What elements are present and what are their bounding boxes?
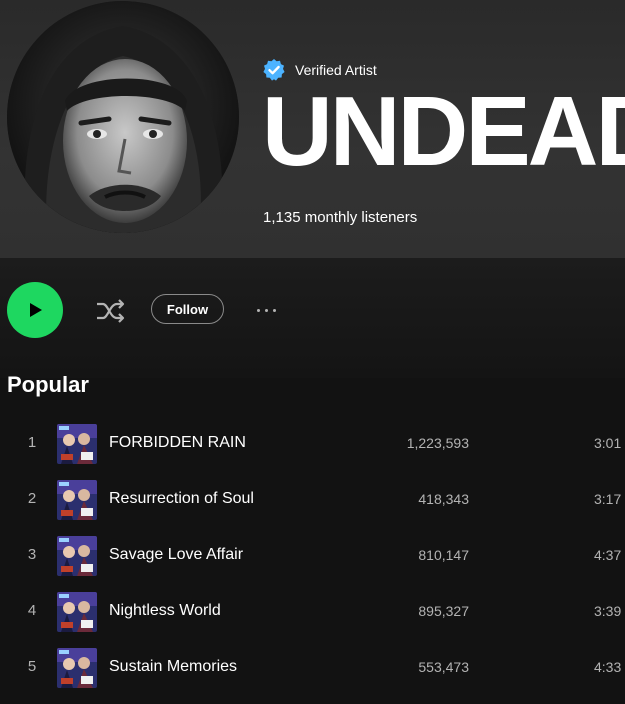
track-cover: [57, 648, 97, 688]
shuffle-button[interactable]: [94, 295, 128, 327]
track-row[interactable]: 5 Sustain Memories 553,473 4:33: [0, 640, 625, 696]
track-row[interactable]: 3 Savage Love Affair 810,147 4:37: [0, 528, 625, 584]
track-duration: 4:33: [594, 659, 622, 675]
track-title: Sustain Memories: [109, 658, 238, 675]
track-cover: [57, 480, 97, 520]
track-number: 5: [27, 658, 37, 675]
track-cover: [57, 424, 97, 464]
more-options-icon: [256, 308, 260, 312]
track-number: 4: [27, 602, 37, 619]
artist-header: Verified Artist UNDEAD 1,135 monthly lis…: [0, 0, 625, 258]
track-plays: 1,223,593: [406, 435, 469, 451]
track-number: 2: [27, 490, 37, 507]
track-plays: 810,147: [418, 547, 469, 563]
monthly-listeners: 1,135 monthly listeners: [263, 209, 418, 226]
more-options-button[interactable]: [250, 300, 282, 320]
track-duration: 3:01: [594, 435, 622, 451]
track-title: Savage Love Affair: [109, 546, 244, 563]
track-title: FORBIDDEN RAIN: [109, 434, 246, 451]
track-title: Nightless World: [109, 602, 221, 619]
track-cover: [57, 536, 97, 576]
track-duration: 3:17: [594, 491, 622, 507]
track-row[interactable]: 1 FORBIDDEN RAIN 1,223,593 3:01: [0, 416, 625, 472]
track-number: 1: [27, 434, 37, 451]
track-plays: 553,473: [418, 659, 469, 675]
track-plays: 418,343: [418, 491, 469, 507]
track-duration: 4:37: [594, 547, 622, 563]
track-title: Resurrection of Soul: [109, 490, 254, 507]
track-plays: 895,327: [418, 603, 469, 619]
artist-avatar: [7, 1, 239, 233]
track-duration: 3:39: [594, 603, 622, 619]
follow-button[interactable]: Follow: [151, 294, 224, 324]
track-number: 3: [27, 546, 37, 563]
track-row[interactable]: 4 Nightless World 895,327 3:39: [0, 584, 625, 640]
play-button[interactable]: [7, 282, 63, 338]
play-icon: [30, 303, 42, 317]
shuffle-icon: [97, 299, 125, 323]
section-title-popular: Popular: [7, 372, 89, 397]
popular-track-list: 1 FORBIDDEN RAIN 1,223,593 3:01 2 Resurr…: [0, 416, 625, 696]
track-cover: [57, 592, 97, 632]
track-row[interactable]: 2 Resurrection of Soul 418,343 3:17: [0, 472, 625, 528]
artist-name: UNDEAD: [262, 76, 625, 186]
